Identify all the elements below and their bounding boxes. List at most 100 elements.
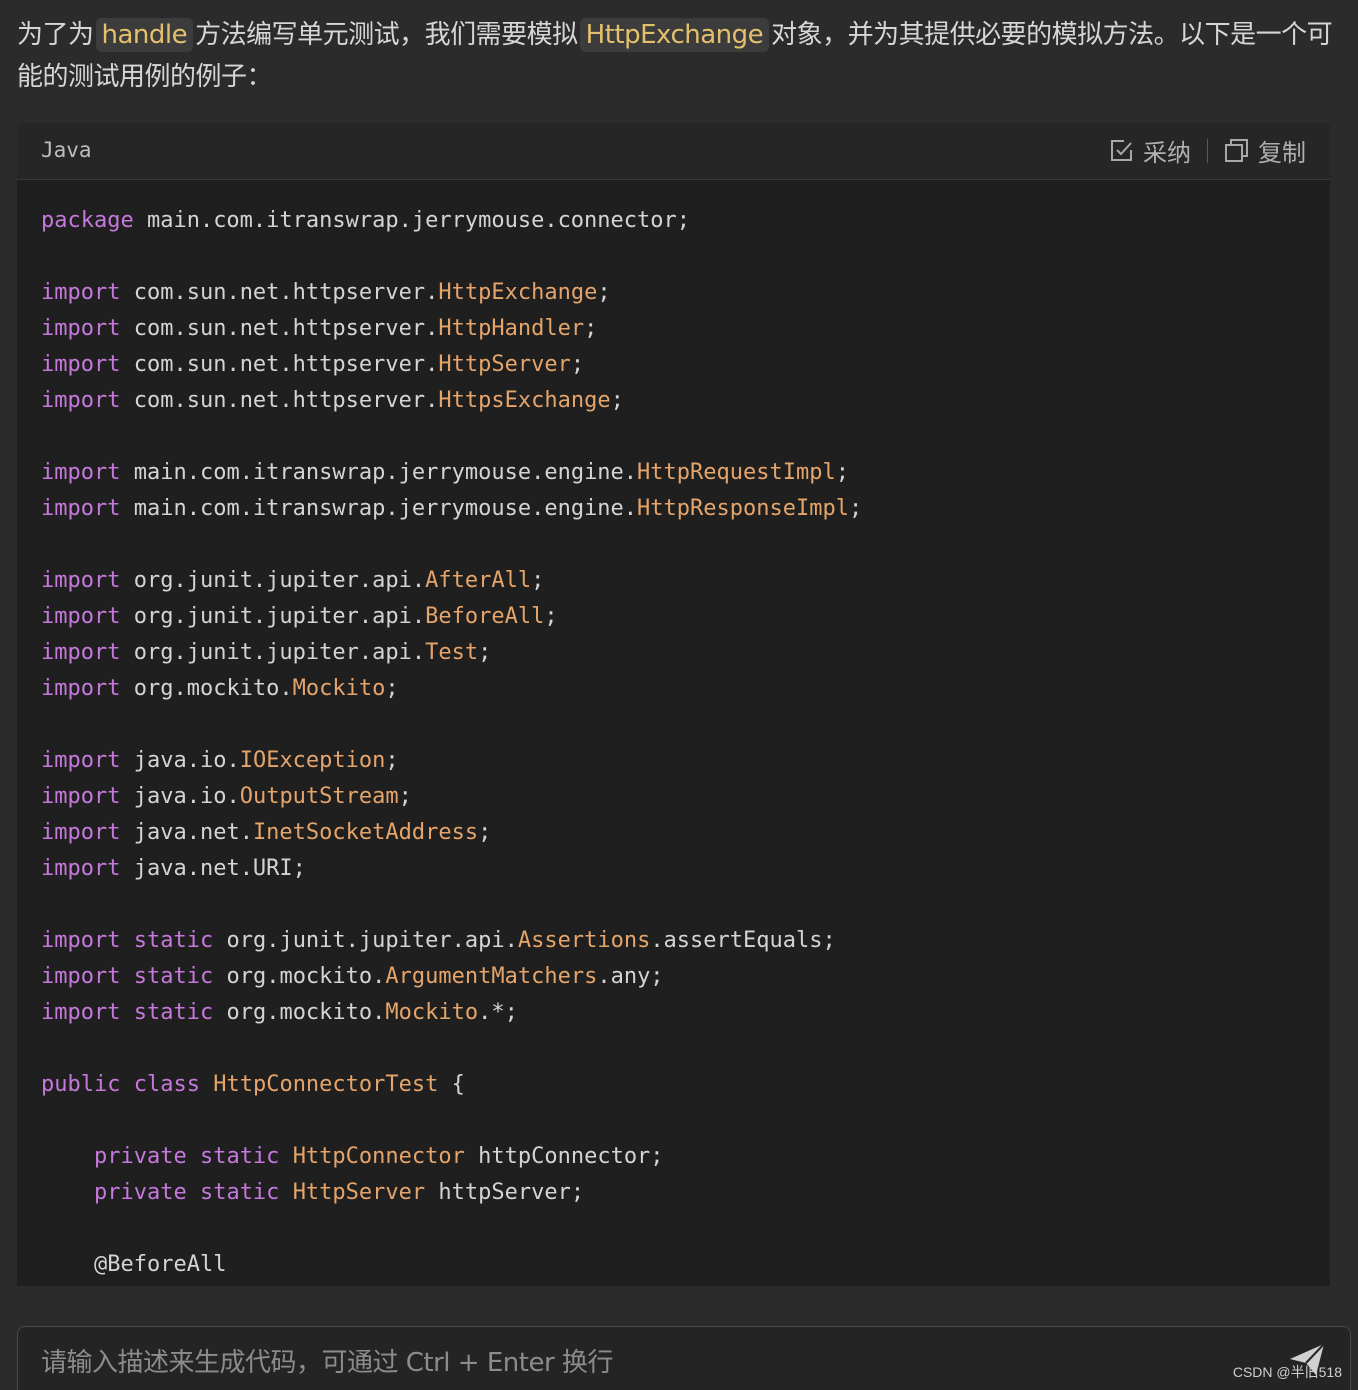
intro-text-1: 为了为 <box>17 20 94 50</box>
code-line: import com.sun.net.httpserver.HttpsExcha… <box>41 383 1320 419</box>
code-token: ; <box>478 640 492 665</box>
code-token: public <box>41 1072 121 1097</box>
code-token: httpConnector; <box>464 1144 664 1169</box>
code-token: InetSocketAddress <box>252 820 479 845</box>
code-token: ; <box>478 820 492 845</box>
intro-paragraph: 为了为 handle 方法编写单元测试，我们需要模拟 HttpExchange 对象，并… <box>17 14 1337 98</box>
code-token: java.net.URI; <box>120 856 306 881</box>
code-token: .*; <box>478 1000 518 1025</box>
code-token: org.junit.jupiter.api. <box>120 640 426 665</box>
code-line: import java.net.InetSocketAddress; <box>41 815 1320 851</box>
code-token: import <box>41 604 121 629</box>
code-token: org.mockito. <box>120 676 293 701</box>
code-token: main.com.itranswrap.jerrymouse.engine. <box>120 460 638 485</box>
code-token: import <box>41 1000 121 1025</box>
copy-label: 复制 <box>1258 139 1306 167</box>
code-token: HttpResponseImpl <box>637 496 849 521</box>
code-token: HttpRequestImpl <box>637 460 836 485</box>
code-token: java.io. <box>120 784 240 809</box>
code-line: import com.sun.net.httpserver.HttpHandle… <box>41 311 1320 347</box>
code-token: org.junit.jupiter.api. <box>120 604 426 629</box>
code-token: IOException <box>239 748 386 773</box>
code-token: java.net. <box>120 820 253 845</box>
code-line: private static HttpConnector httpConnect… <box>41 1139 1320 1175</box>
code-token: Mockito <box>385 1000 479 1025</box>
code-token: HttpServer <box>292 1180 426 1205</box>
code-token: main.com.itranswrap.jerrymouse.connector… <box>133 208 691 233</box>
code-line: import main.com.itranswrap.jerrymouse.en… <box>41 491 1320 527</box>
code-token: import <box>41 388 121 413</box>
code-token: private <box>93 1144 187 1169</box>
code-token: import <box>41 784 121 809</box>
code-token: ; <box>584 316 598 341</box>
code-line: import java.net.URI; <box>41 851 1320 887</box>
code-token: main.com.itranswrap.jerrymouse.engine. <box>120 496 638 521</box>
code-token: .assertEquals; <box>650 928 836 953</box>
code-token: ; <box>385 676 399 701</box>
code-token: HttpExchange <box>438 280 598 305</box>
prompt-input[interactable]: 请输入描述来生成代码，可通过 Ctrl + Enter 换行 <box>17 1326 1351 1390</box>
code-line: import com.sun.net.httpserver.HttpServer… <box>41 347 1320 383</box>
code-token: import <box>41 460 121 485</box>
code-token: import <box>41 316 121 341</box>
code-token: HttpConnector <box>292 1144 465 1169</box>
code-line: import static org.mockito.Mockito.*; <box>41 995 1320 1031</box>
code-token: com.sun.net.httpserver. <box>120 388 439 413</box>
copy-icon <box>1225 138 1248 162</box>
adopt-button[interactable]: 采纳 <box>1109 133 1191 168</box>
code-token: import <box>41 568 121 593</box>
code-token: class <box>133 1072 200 1097</box>
code-token: com.sun.net.httpserver. <box>120 352 439 377</box>
code-token: @BeforeAll <box>93 1252 227 1277</box>
prompt-placeholder: 请输入描述来生成代码，可通过 Ctrl + Enter 换行 <box>41 1348 613 1378</box>
code-token: ; <box>597 280 611 305</box>
code-token: .any; <box>597 964 664 989</box>
code-line: import static org.mockito.ArgumentMatche… <box>41 959 1320 995</box>
watermark: CSDN @半旧518 <box>1232 1364 1342 1380</box>
code-line: import org.mockito.Mockito; <box>41 671 1320 707</box>
code-token: import <box>41 676 121 701</box>
code-token: ; <box>848 496 863 521</box>
code-token: HttpHandler <box>438 316 585 341</box>
code-line: import com.sun.net.httpserver.HttpExchan… <box>41 275 1320 311</box>
code-token: org.junit.jupiter.api. <box>213 928 518 953</box>
adopt-icon <box>1111 139 1132 161</box>
adopt-label: 采纳 <box>1143 139 1191 167</box>
code-token: import <box>41 748 121 773</box>
code-line: import org.junit.jupiter.api.Test; <box>41 635 1320 671</box>
code-line: @BeforeAll <box>41 1247 1320 1283</box>
code-token: package <box>41 208 134 233</box>
code-token: Assertions <box>517 928 651 953</box>
code-line: import main.com.itranswrap.jerrymouse.en… <box>41 455 1320 491</box>
code-block: Java 采纳 复制 package main.com.itranswrap.j… <box>17 123 1330 1286</box>
code-token: Mockito <box>292 676 386 701</box>
code-token: import <box>41 496 121 521</box>
code-line: import java.io.IOException; <box>41 743 1320 779</box>
language-label: Java <box>41 138 92 162</box>
code-token: ; <box>398 784 412 809</box>
code-token: ; <box>385 748 399 773</box>
code-token: static <box>133 928 214 953</box>
code-content: package main.com.itranswrap.jerrymouse.c… <box>41 203 1320 1283</box>
code-token: com.sun.net.httpserver. <box>120 316 439 341</box>
code-line: import static org.junit.jupiter.api.Asse… <box>41 923 1320 959</box>
code-token: static <box>199 1144 280 1169</box>
code-token: Test <box>425 640 479 665</box>
code-token: ; <box>544 604 558 629</box>
copy-button[interactable]: 复制 <box>1224 133 1306 168</box>
code-token: import <box>41 280 121 305</box>
code-token: ; <box>570 352 585 377</box>
code-line: private static HttpServer httpServer; <box>41 1175 1320 1211</box>
